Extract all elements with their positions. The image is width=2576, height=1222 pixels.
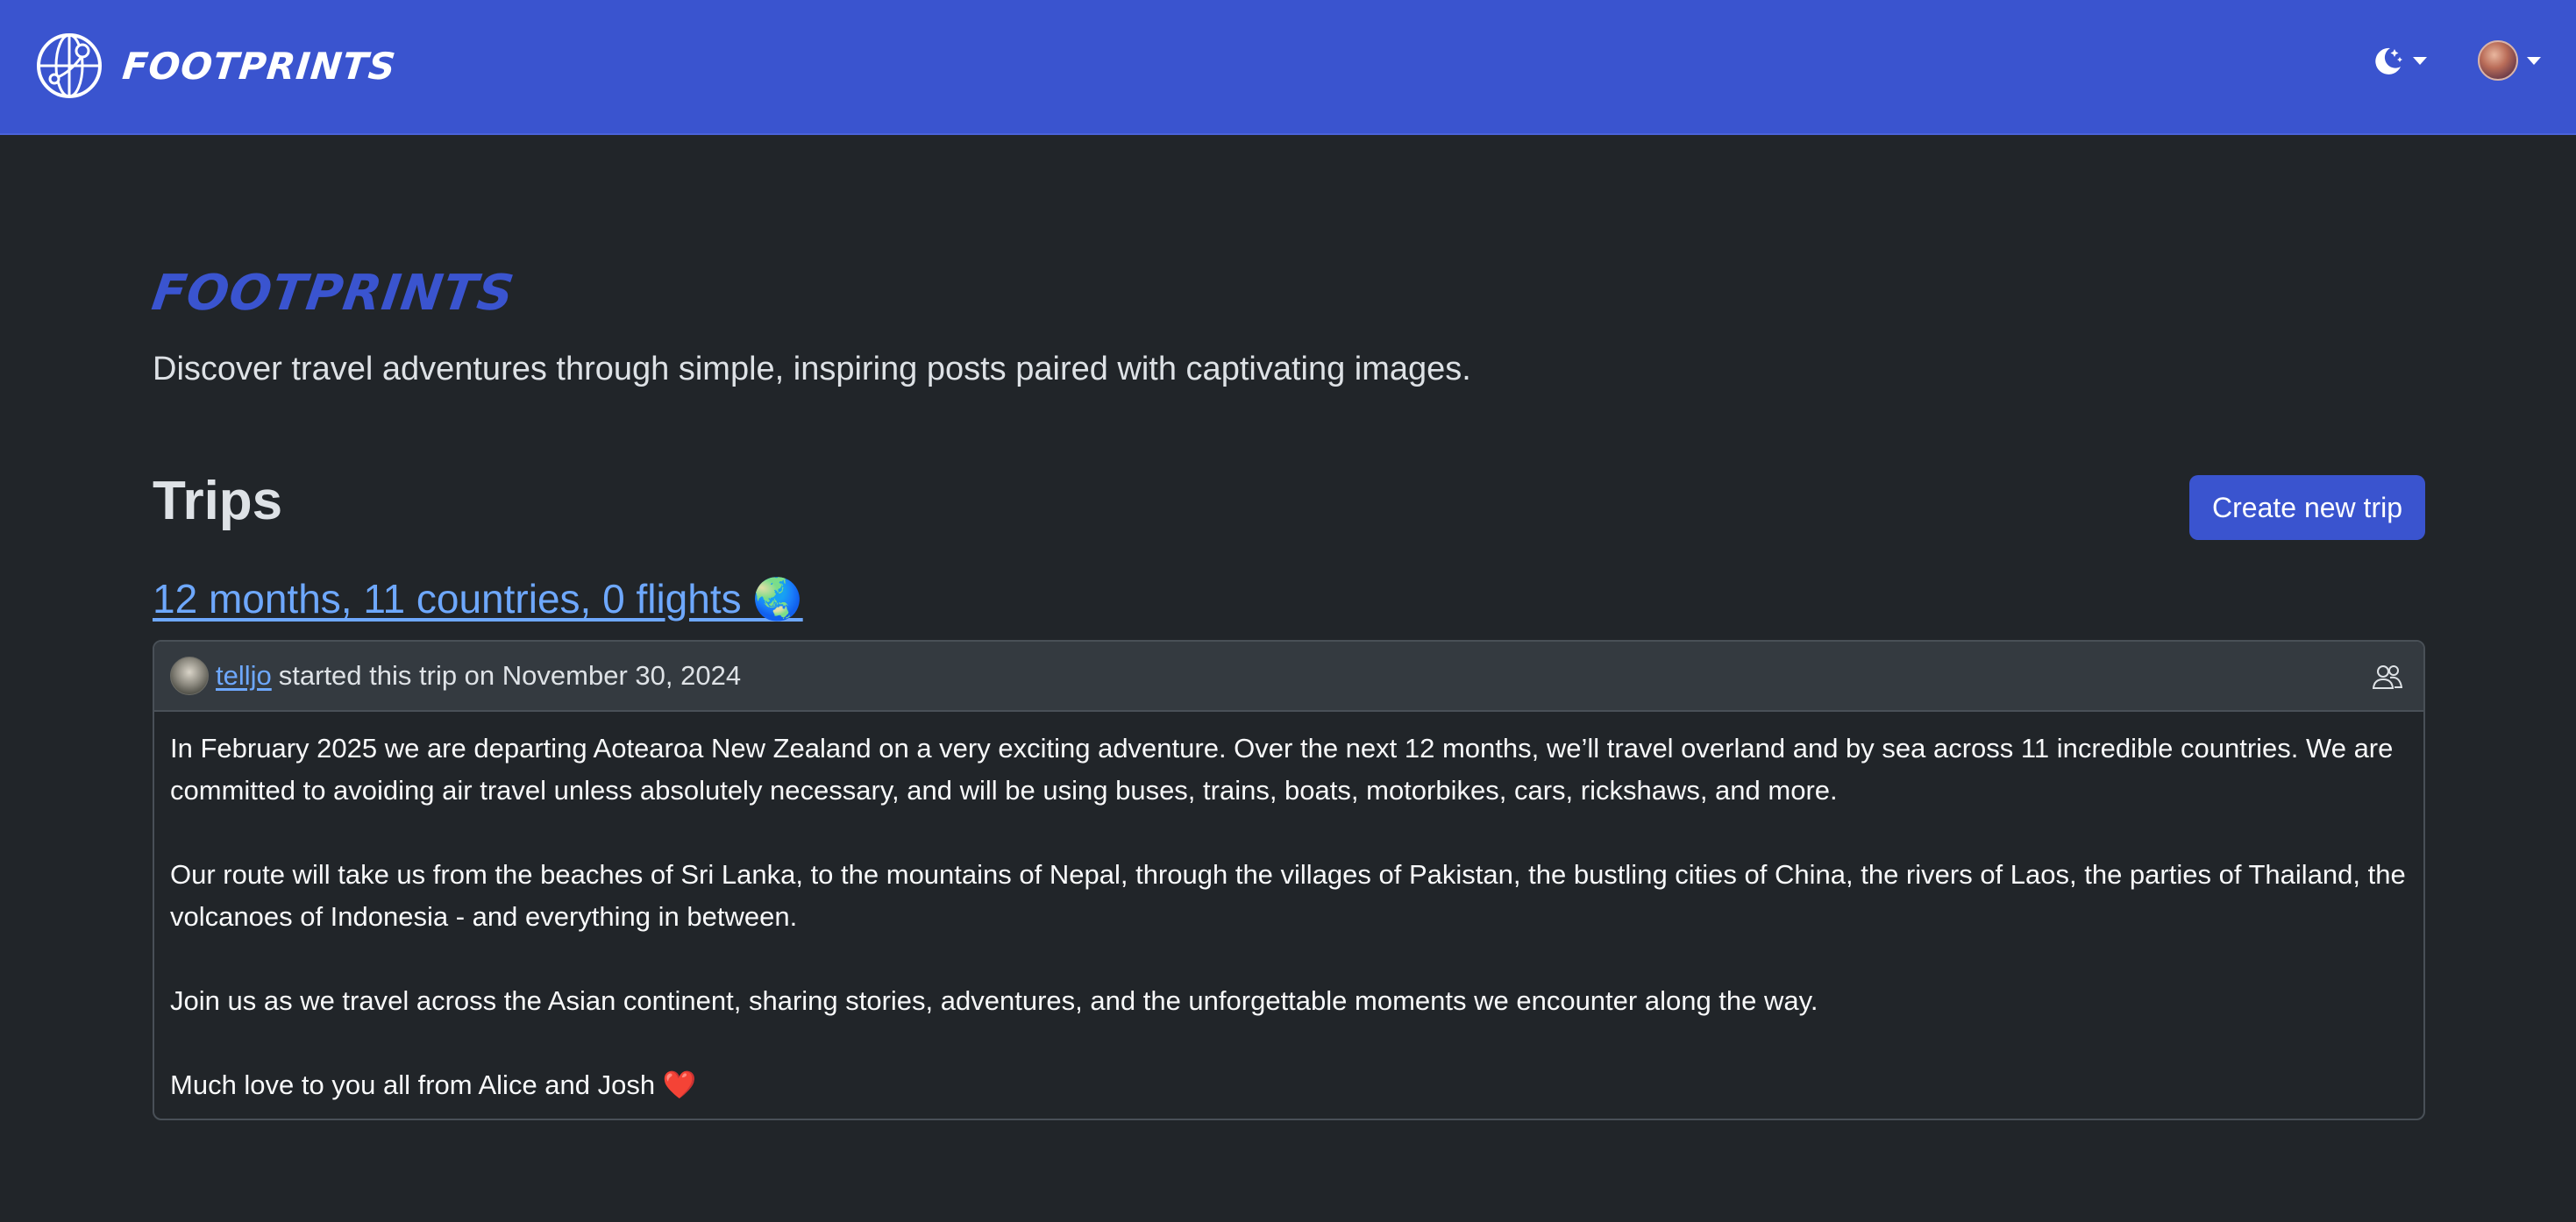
user-menu-dropdown[interactable] [2478, 40, 2541, 81]
trip-meta: started this trip on November 30, 2024 [278, 660, 742, 691]
trip-description: In February 2025 we are departing Aotear… [154, 712, 2423, 1106]
avatar [2478, 40, 2518, 81]
navbar: FOOTPRINTS [0, 0, 2576, 135]
theme-toggle-dropdown[interactable] [2371, 44, 2427, 77]
brand-link[interactable]: FOOTPRINTS [35, 32, 399, 100]
chevron-down-icon [2413, 56, 2427, 65]
create-new-trip-button[interactable]: Create new trip [2189, 475, 2425, 540]
trip-card: telljo started this trip on November 30,… [153, 640, 2425, 1120]
author-avatar[interactable] [170, 657, 209, 695]
people-icon[interactable] [2373, 663, 2402, 691]
moon-stars-icon [2375, 47, 2402, 75]
trip-paragraph: In February 2025 we are departing Aotear… [170, 733, 2394, 806]
trip-card-header: telljo started this trip on November 30,… [154, 642, 2423, 712]
trip-paragraph: Our route will take us from the beaches … [170, 859, 2406, 932]
hero-subtitle: Discover travel adventures through simpl… [153, 351, 1471, 387]
trips-heading: Trips [153, 471, 283, 531]
trip-paragraph: Join us as we travel across the Asian co… [170, 985, 1818, 1016]
signoff-text: Much love to you all from Alice and Josh [170, 1069, 656, 1100]
trip-signoff: Much love to you all from Alice and Josh… [170, 1064, 2408, 1106]
chevron-down-icon [2527, 56, 2541, 65]
trip-title-link[interactable]: 12 months, 11 countries, 0 flights 🌏 [153, 575, 803, 623]
globe-route-icon [37, 33, 102, 98]
author-link[interactable]: telljo [216, 660, 272, 692]
heart-icon: ❤️ [662, 1069, 697, 1100]
hero-title: FOOTPRINTS [148, 265, 518, 322]
brand-name: FOOTPRINTS [120, 44, 399, 88]
navbar-actions [2371, 40, 2541, 81]
